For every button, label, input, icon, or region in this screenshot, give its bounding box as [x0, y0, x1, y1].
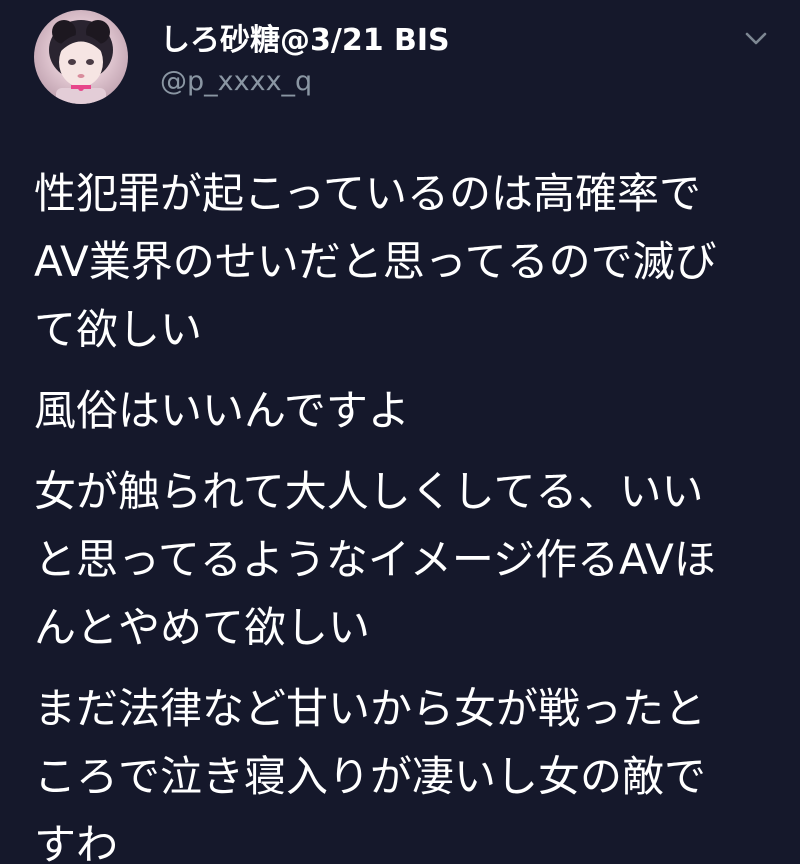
tweet-paragraph: まだ法律など甘いから女が戦ったと ころで泣き寝入りが凄いし女の敵で すわ	[34, 675, 774, 864]
tweet-line: と思ってるようなイメージ作るAVほ	[34, 535, 716, 584]
display-name[interactable]: しろ砂糖@3/21 BIS	[160, 24, 450, 58]
tweet-line: んとやめて欲しい	[34, 603, 371, 652]
tweet-paragraph: 風俗はいいんですよ	[34, 377, 774, 445]
avatar[interactable]	[34, 10, 128, 104]
tweet-line: 女が触られて大人しくしてる、いい	[34, 467, 704, 516]
tweet-paragraph: 女が触られて大人しくしてる、いい と思ってるようなイメージ作るAVほ んとやめて…	[34, 458, 774, 662]
tweet-text: 性犯罪が起こっているのは高確率で AV業界のせいだと思ってるので滅び て欲しい …	[34, 160, 774, 864]
tweet-card: しろ砂糖@3/21 BIS @p_xxxx_q 性犯罪が起こっているのは高確率で…	[0, 0, 800, 864]
tweet-line: AV業界のせいだと思ってるので滅び	[34, 237, 717, 286]
chevron-down-icon[interactable]	[743, 25, 769, 51]
tweet-line: て欲しい	[34, 305, 203, 354]
tweet-line: まだ法律など甘いから女が戦ったと	[34, 684, 707, 733]
user-handle[interactable]: @p_xxxx_q	[160, 66, 312, 98]
tweet-line: すわ	[34, 820, 119, 864]
avatar-image	[49, 20, 113, 104]
tweet-paragraph: 性犯罪が起こっているのは高確率で AV業界のせいだと思ってるので滅び て欲しい	[34, 160, 774, 364]
tweet-line: 性犯罪が起こっているのは高確率で	[34, 169, 701, 218]
tweet-header: しろ砂糖@3/21 BIS @p_xxxx_q	[0, 0, 800, 130]
tweet-line: ころで泣き寝入りが凄いし女の敵で	[34, 752, 707, 801]
tweet-line: 風俗はいいんですよ	[34, 386, 410, 435]
